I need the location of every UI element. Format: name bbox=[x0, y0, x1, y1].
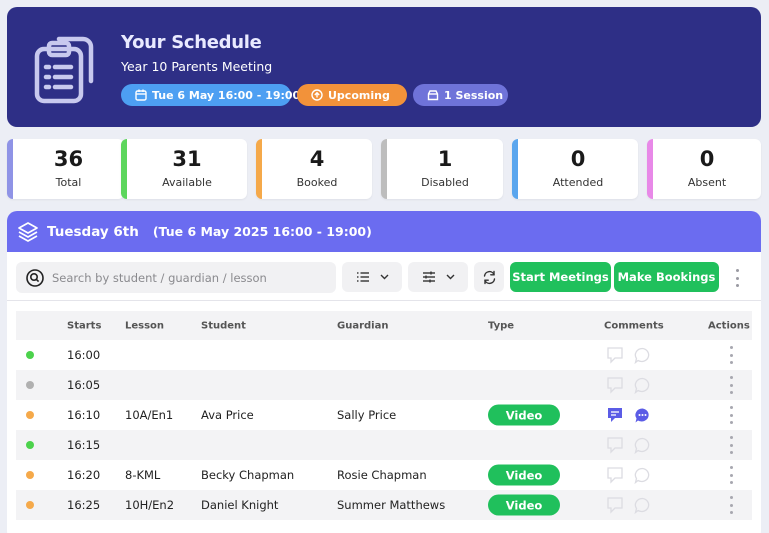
column-header-comments: Comments bbox=[604, 320, 664, 331]
sliders-icon bbox=[422, 271, 435, 283]
video-type-badge[interactable]: Video bbox=[488, 494, 560, 516]
filter-dropdown-button[interactable] bbox=[408, 262, 468, 292]
start-time: 16:00 bbox=[67, 348, 101, 362]
table-row[interactable]: 16:10 10A/En1 Ava Price Sally Price Vide… bbox=[16, 400, 752, 430]
status-dot bbox=[26, 501, 34, 509]
make-bookings-button[interactable]: Make Bookings bbox=[614, 262, 719, 292]
column-header-lesson[interactable]: Lesson bbox=[125, 320, 164, 331]
lesson-code: 10H/En2 bbox=[125, 498, 175, 512]
status-dot bbox=[26, 381, 34, 389]
guardian-comment-icon[interactable] bbox=[634, 437, 651, 454]
guardian-name: Summer Matthews bbox=[337, 498, 446, 512]
teacher-comment-icon[interactable] bbox=[606, 466, 624, 484]
table-header: Starts Lesson Student Guardian Type Comm… bbox=[16, 311, 752, 340]
stat-card-total: 36 Total bbox=[7, 139, 124, 199]
guardian-name: Sally Price bbox=[337, 408, 397, 422]
view-dropdown-button[interactable] bbox=[342, 262, 402, 292]
start-time: 16:05 bbox=[67, 378, 101, 392]
lesson-code: 10A/En1 bbox=[125, 408, 174, 422]
video-type-badge[interactable]: Video bbox=[488, 404, 560, 426]
refresh-icon bbox=[483, 270, 495, 284]
box-icon bbox=[427, 90, 439, 101]
status-dot bbox=[26, 351, 34, 359]
day-range: (Tue 6 May 2025 16:00 - 19:00) bbox=[152, 224, 372, 239]
guardian-comment-icon[interactable] bbox=[634, 377, 651, 394]
teacher-comment-icon[interactable] bbox=[606, 346, 624, 364]
teacher-comment-icon[interactable] bbox=[606, 406, 624, 424]
guardian-name: Rosie Chapman bbox=[337, 468, 427, 482]
guardian-comment-icon[interactable] bbox=[634, 407, 651, 424]
start-time: 16:25 bbox=[67, 498, 101, 512]
guardian-comment-icon[interactable] bbox=[634, 497, 651, 514]
teacher-comment-icon[interactable] bbox=[606, 376, 624, 394]
start-time: 16:10 bbox=[67, 408, 101, 422]
day-panel: Tuesday 6th (Tue 6 May 2025 16:00 - 19:0… bbox=[7, 211, 761, 533]
calendar-icon bbox=[135, 89, 147, 101]
guardian-comment-icon[interactable] bbox=[634, 347, 651, 364]
student-name: Becky Chapman bbox=[201, 468, 295, 482]
table-row[interactable]: 16:25 10H/En2 Daniel Knight Summer Matth… bbox=[16, 490, 752, 520]
schedule-banner: Your Schedule Year 10 Parents Meeting Tu… bbox=[7, 7, 761, 127]
video-type-badge[interactable]: Video bbox=[488, 464, 560, 486]
teacher-comment-icon[interactable] bbox=[606, 496, 624, 514]
session-badge: 1 Session bbox=[413, 84, 508, 106]
page-title: Your Schedule bbox=[121, 32, 262, 53]
row-actions-button[interactable] bbox=[726, 406, 736, 424]
stat-card-available: 31 Available bbox=[121, 139, 247, 199]
stat-card-absent: 0 Absent bbox=[647, 139, 761, 199]
arrow-up-circle-icon bbox=[311, 89, 323, 101]
status-dot bbox=[26, 411, 34, 419]
toolbar: Start Meetings Make Bookings bbox=[7, 261, 761, 293]
lesson-code: 8-KML bbox=[125, 468, 161, 482]
status-badge: Upcoming bbox=[297, 84, 407, 106]
schedule-table: Starts Lesson Student Guardian Type Comm… bbox=[16, 311, 752, 520]
day-title: Tuesday 6th bbox=[47, 223, 139, 240]
status-dot bbox=[26, 441, 34, 449]
start-time: 16:20 bbox=[67, 468, 101, 482]
refresh-button[interactable] bbox=[474, 262, 504, 292]
chevron-down-icon bbox=[380, 274, 388, 280]
table-row[interactable]: 16:15 bbox=[16, 430, 752, 460]
table-row[interactable]: 16:20 8-KML Becky Chapman Rosie Chapman … bbox=[16, 460, 752, 490]
status-dot bbox=[26, 471, 34, 479]
table-row[interactable]: 16:00 bbox=[16, 340, 752, 370]
stat-card-booked: 4 Booked bbox=[256, 139, 372, 199]
row-actions-button[interactable] bbox=[726, 496, 736, 514]
column-header-starts[interactable]: Starts bbox=[67, 320, 101, 331]
row-actions-button[interactable] bbox=[726, 436, 736, 454]
divider bbox=[7, 300, 761, 301]
meeting-name: Year 10 Parents Meeting bbox=[121, 59, 273, 74]
stat-card-attended: 0 Attended bbox=[512, 139, 638, 199]
row-actions-button[interactable] bbox=[726, 346, 736, 364]
clipboard-list-icon bbox=[34, 36, 94, 104]
layers-icon bbox=[18, 221, 38, 242]
column-header-guardian[interactable]: Guardian bbox=[337, 320, 388, 331]
search-input[interactable] bbox=[52, 270, 312, 285]
list-icon bbox=[356, 272, 369, 282]
start-time: 16:15 bbox=[67, 438, 101, 452]
row-actions-button[interactable] bbox=[726, 376, 736, 394]
start-meetings-button[interactable]: Start Meetings bbox=[510, 262, 611, 292]
row-actions-button[interactable] bbox=[726, 466, 736, 484]
teacher-comment-icon[interactable] bbox=[606, 436, 624, 454]
search-icon bbox=[26, 268, 44, 287]
chevron-down-icon bbox=[446, 274, 454, 280]
stat-card-disabled: 1 Disabled bbox=[381, 139, 503, 199]
search-box[interactable] bbox=[16, 262, 336, 293]
table-row[interactable]: 16:05 bbox=[16, 370, 752, 400]
guardian-comment-icon[interactable] bbox=[634, 467, 651, 484]
day-header[interactable]: Tuesday 6th (Tue 6 May 2025 16:00 - 19:0… bbox=[7, 211, 761, 252]
date-badge: Tue 6 May 16:00 - 19:00 bbox=[121, 84, 300, 106]
student-name: Ava Price bbox=[201, 408, 254, 422]
more-options-button[interactable] bbox=[732, 267, 742, 289]
column-header-student[interactable]: Student bbox=[201, 320, 246, 331]
column-header-actions: Actions bbox=[708, 320, 750, 331]
column-header-type[interactable]: Type bbox=[488, 320, 514, 331]
student-name: Daniel Knight bbox=[201, 498, 279, 512]
